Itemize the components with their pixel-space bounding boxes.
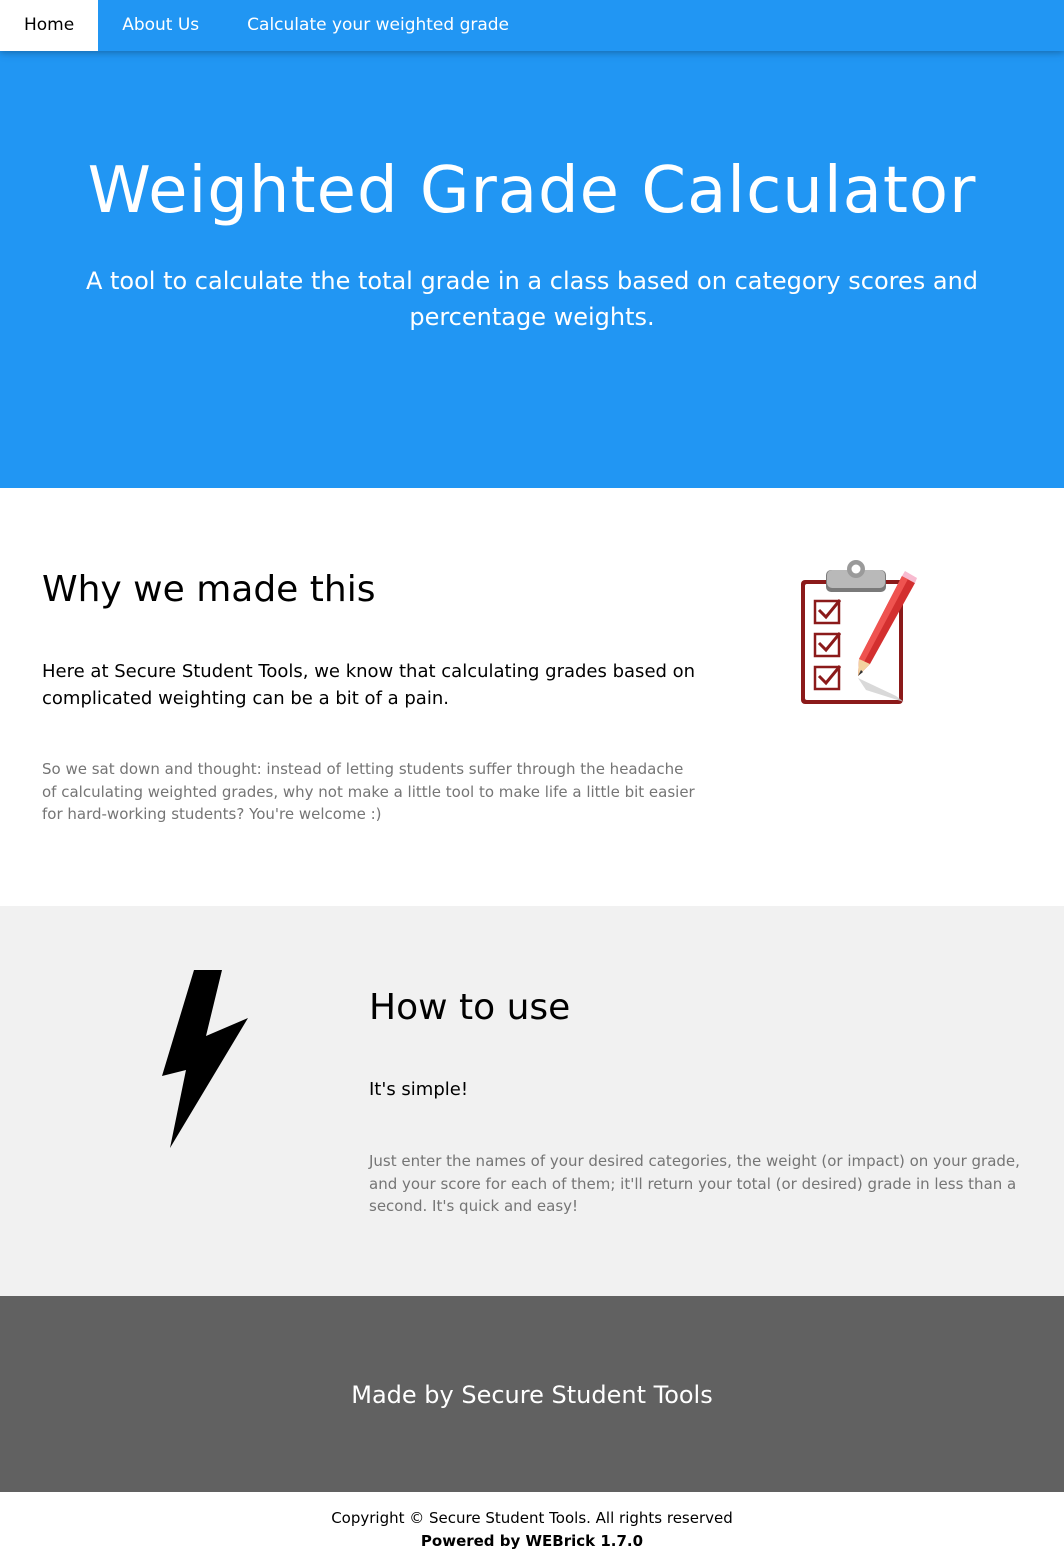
made-by-text: Made by Secure Student Tools — [351, 1381, 713, 1409]
hero-banner: Weighted Grade Calculator A tool to calc… — [0, 51, 1064, 488]
made-by-banner: Made by Secure Student Tools — [0, 1296, 1064, 1492]
page-footer: Copyright © Secure Student Tools. All ri… — [0, 1492, 1064, 1567]
nav-about-us-link[interactable]: About Us — [98, 0, 223, 51]
page-subtitle: A tool to calculate the total grade in a… — [85, 267, 979, 331]
clipboard-checklist-pencil-icon — [801, 560, 917, 704]
how-to-use-section: How to use It's simple! Just enter the n… — [0, 906, 1064, 1296]
top-navigation-bar: Home About Us Calculate your weighted gr… — [0, 0, 1064, 51]
how-body-text: Just enter the names of your desired cat… — [369, 1152, 1020, 1215]
page-title: Weighted Grade Calculator — [87, 154, 977, 228]
why-heading: Why we made this — [42, 569, 376, 610]
why-body-text: So we sat down and thought: instead of l… — [42, 760, 695, 823]
nav-home-link[interactable]: Home — [0, 0, 99, 51]
how-heading: How to use — [369, 987, 571, 1028]
why-lead-text: Here at Secure Student Tools, we know th… — [42, 661, 696, 709]
lightning-bolt-icon — [162, 970, 248, 1148]
copyright-text: Copyright © Secure Student Tools. All ri… — [331, 1509, 733, 1527]
powered-by-text: Powered by WEBrick 1.7.0 — [420, 1532, 644, 1550]
nav-calculate-link[interactable]: Calculate your weighted grade — [223, 0, 533, 51]
why-section: Why we made this Here at Secure Student … — [0, 488, 1064, 906]
how-lead-text: It's simple! — [369, 1079, 469, 1100]
